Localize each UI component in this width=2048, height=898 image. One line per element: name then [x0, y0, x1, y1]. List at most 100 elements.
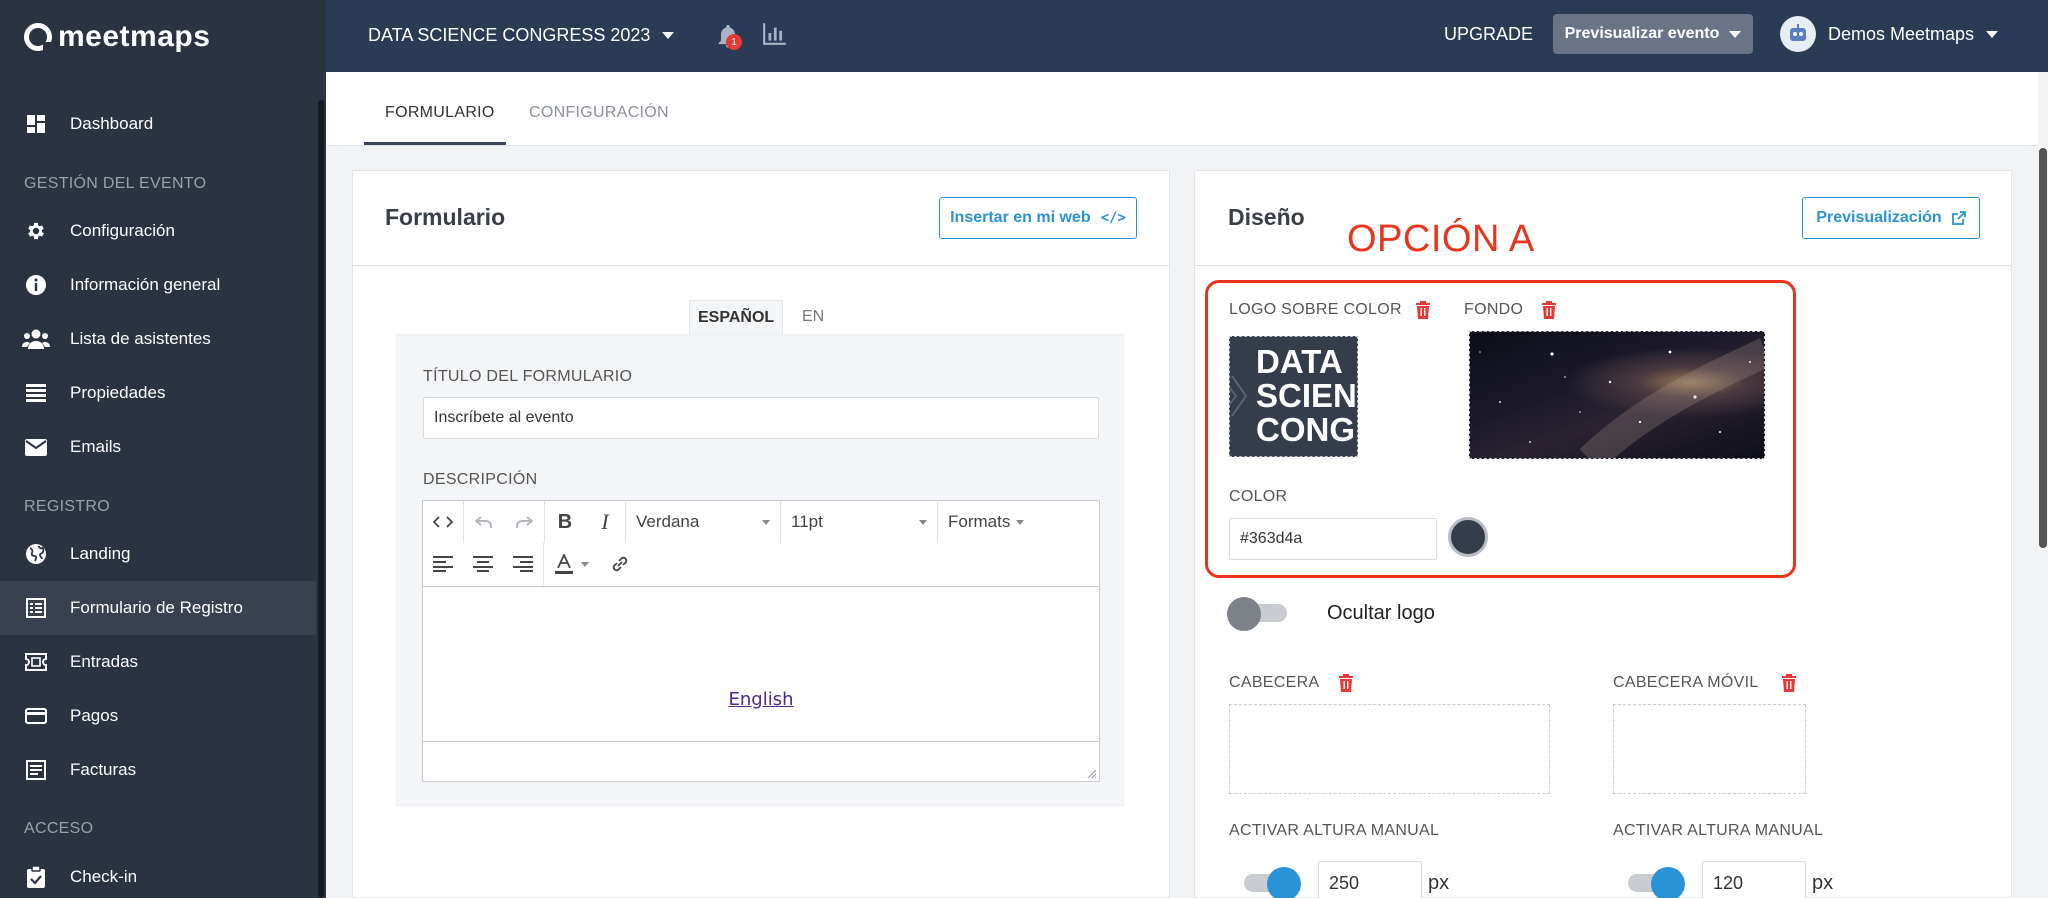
sidebar-item-pagos[interactable]: Pagos [0, 689, 316, 743]
rich-text-editor: B I Verdana 11pt Formats English [422, 500, 1100, 782]
sidebar-item-emails[interactable]: Emails [0, 420, 316, 474]
starfield-graphic [1479, 338, 1764, 458]
trash-icon[interactable] [1415, 301, 1431, 319]
user-name: Demos Meetmaps [1828, 23, 1975, 44]
header-height-input[interactable]: 250 [1318, 861, 1422, 898]
redo-icon[interactable] [504, 502, 544, 542]
font-size-value: 11pt [791, 512, 823, 531]
header-mobile-image-dropzone[interactable] [1613, 704, 1806, 794]
avatar [1780, 16, 1816, 52]
sidebar-scrollbar[interactable] [318, 100, 324, 898]
sidebar-item-label: Formulario de Registro [70, 598, 243, 617]
link-icon[interactable] [600, 544, 640, 584]
section-registro: REGISTRO [24, 498, 110, 515]
font-family-select[interactable]: Verdana [626, 502, 780, 542]
clipboard-check-icon [22, 863, 50, 891]
preview-button[interactable]: Previsualización [1802, 197, 1980, 239]
sidebar-item-dashboard[interactable]: Dashboard [0, 97, 316, 151]
chevron-down-icon [919, 519, 927, 525]
logo-image[interactable]: DATA SCIEN CONGR [1229, 336, 1358, 457]
text-color-icon [555, 554, 573, 574]
robot-avatar-icon [1790, 24, 1806, 41]
logo-text: meetmaps [58, 20, 211, 53]
sidebar-item-configuracion[interactable]: Configuración [0, 204, 316, 258]
align-center-icon[interactable] [463, 544, 503, 584]
trash-icon[interactable] [1338, 674, 1354, 692]
formats-select[interactable]: Formats [938, 502, 1038, 542]
formats-value: Formats [948, 512, 1011, 531]
logo-line: DATA [1256, 343, 1343, 380]
gear-icon [22, 217, 50, 245]
form-title-input[interactable]: Inscríbete al evento [423, 397, 1099, 439]
source-code-icon[interactable] [423, 502, 463, 542]
color-label: COLOR [1229, 488, 1288, 505]
italic-icon[interactable]: I [585, 502, 625, 542]
chevron-down-icon [1729, 30, 1742, 38]
manual-height-mobile-toggle[interactable] [1624, 867, 1688, 898]
header-image-dropzone[interactable] [1229, 704, 1550, 794]
align-right-icon[interactable] [503, 544, 543, 584]
background-image[interactable] [1469, 331, 1765, 459]
hide-logo-toggle[interactable] [1227, 597, 1291, 631]
sidebar-item-label: Configuración [70, 221, 175, 240]
undo-icon[interactable] [464, 502, 504, 542]
align-left-icon[interactable] [423, 544, 463, 584]
list-icon [22, 379, 50, 407]
sidebar-item-label: Entradas [70, 652, 139, 671]
mail-icon [22, 433, 50, 461]
sidebar-item-propiedades[interactable]: Propiedades [0, 366, 316, 420]
font-size-select[interactable]: 11pt [781, 502, 937, 542]
color-hex-input[interactable]: #363d4a [1229, 518, 1437, 560]
user-menu[interactable]: Demos Meetmaps [1780, 16, 1999, 52]
lang-tab-en[interactable]: EN [794, 300, 832, 334]
trash-icon[interactable] [1781, 674, 1797, 692]
sidebar-item-label: Información general [70, 275, 221, 294]
main-scrollbar[interactable] [2039, 148, 2047, 548]
info-icon [22, 271, 50, 299]
preview-event-label: Previsualizar evento [1564, 25, 1720, 42]
logo-on-color-label: LOGO SOBRE COLOR [1229, 301, 1402, 318]
section-acceso: ACCESO [24, 820, 94, 837]
sidebar-item-lista-de-asistentes[interactable]: Lista de asistentes [0, 312, 316, 366]
form-card-title: Formulario [385, 204, 506, 230]
external-link-icon [1951, 211, 1966, 225]
header-mobile-height-input[interactable]: 120 [1702, 861, 1806, 898]
tab-formulario[interactable]: FORMULARIO [385, 104, 495, 122]
globe-icon [22, 540, 50, 568]
color-swatch[interactable] [1448, 517, 1488, 557]
sidebar-item-label: Lista de asistentes [70, 329, 211, 348]
sidebar-item-label: Pagos [70, 706, 119, 725]
sidebar-item-facturas[interactable]: Facturas [0, 743, 316, 797]
chevron-down-icon [581, 561, 589, 567]
toggle-knob [1267, 867, 1301, 898]
lang-tab-espanol[interactable]: ESPAÑOL [689, 300, 784, 334]
sidebar-item-formulario-de-registro[interactable]: Formulario de Registro [0, 581, 316, 635]
sidebar-item-check-in[interactable]: Check-in [0, 850, 316, 898]
header-mobile-height-unit: px [1812, 872, 1834, 894]
invoice-icon [22, 756, 50, 784]
manual-height-toggle[interactable] [1240, 867, 1304, 898]
resize-handle-icon[interactable] [1087, 769, 1097, 779]
meetmaps-logo[interactable]: meetmaps [24, 18, 210, 56]
sidebar-item-entradas[interactable]: Entradas [0, 635, 316, 689]
bar-chart-icon[interactable] [762, 20, 788, 46]
sidebar-item-informacion-general[interactable]: Información general [0, 258, 316, 312]
users-icon [22, 325, 50, 353]
form-card-divider [353, 265, 1169, 266]
sidebar-item-label: Propiedades [70, 383, 166, 402]
trash-icon[interactable] [1541, 301, 1557, 319]
tab-configuracion[interactable]: CONFIGURACIÓN [529, 104, 669, 122]
bold-icon[interactable]: B [545, 502, 585, 542]
text-color-picker[interactable] [544, 544, 600, 584]
event-selector[interactable]: DATA SCIENCE CONGRESS 2023 [368, 0, 675, 70]
header-height-unit: px [1428, 872, 1450, 894]
editor-content-link[interactable]: English [423, 689, 1099, 710]
sidebar-item-landing[interactable]: Landing [0, 527, 316, 581]
toggle-knob [1227, 597, 1261, 631]
preview-event-button[interactable]: Previsualizar evento [1553, 14, 1753, 54]
editor-statusbar-border [423, 741, 1099, 742]
page-tabs: FORMULARIO CONFIGURACIÓN [326, 72, 2038, 146]
embed-in-web-button[interactable]: Insertar en mi web </> [939, 197, 1137, 239]
topbar: DATA SCIENCE CONGRESS 2023 1 UPGRADE Pre… [326, 0, 2048, 72]
upgrade-link[interactable]: UPGRADE [1444, 24, 1533, 45]
